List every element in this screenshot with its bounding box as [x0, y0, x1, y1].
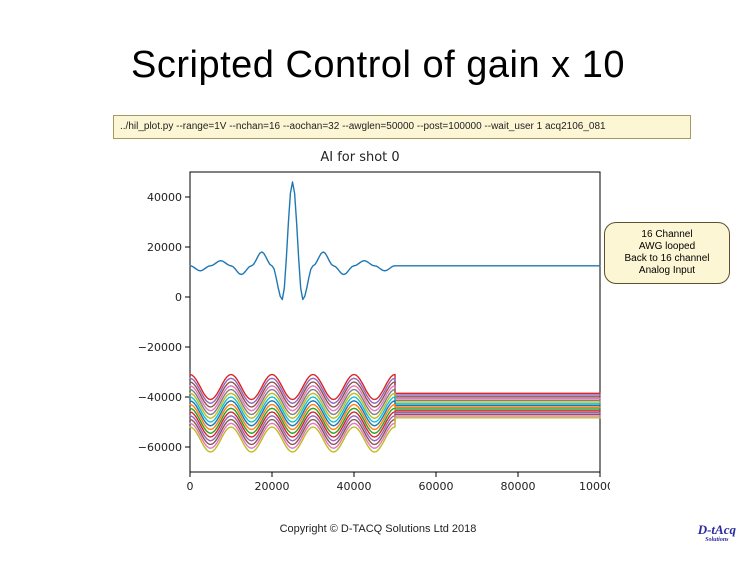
- chart-svg: −60000 −40000 −20000 0 20000 40000 0 20000 40000…: [110, 168, 610, 510]
- brand-logo: D-tAcq Solutions: [698, 525, 736, 545]
- page-title: Scripted Control of gain x 10: [0, 44, 756, 87]
- svg-text:40000: 40000: [337, 480, 372, 493]
- svg-text:−60000: −60000: [138, 441, 182, 454]
- svg-text:−20000: −20000: [138, 341, 182, 354]
- svg-text:40000: 40000: [147, 191, 182, 204]
- svg-text:0: 0: [187, 480, 194, 493]
- callout-line: Analog Input: [609, 265, 725, 277]
- svg-text:60000: 60000: [419, 480, 454, 493]
- chart-title: AI for shot 0: [110, 150, 610, 165]
- callout-line: AWG looped: [609, 241, 725, 253]
- svg-text:−40000: −40000: [138, 391, 182, 404]
- svg-text:20000: 20000: [147, 241, 182, 254]
- svg-text:0: 0: [175, 291, 182, 304]
- svg-text:100000: 100000: [579, 480, 610, 493]
- command-line-box: ../hil_plot.py --range=1V --nchan=16 --a…: [113, 115, 691, 139]
- svg-text:80000: 80000: [501, 480, 536, 493]
- chart-container: AI for shot 0 −60000 −40000 −20000 0 20000 40…: [110, 150, 610, 510]
- callout-line: 16 Channel: [609, 229, 725, 241]
- copyright-footer: Copyright © D-TACQ Solutions Ltd 2018: [0, 523, 756, 535]
- callout-line: Back to 16 channel: [609, 253, 725, 265]
- svg-text:20000: 20000: [255, 480, 290, 493]
- callout-box: 16 Channel AWG looped Back to 16 channel…: [604, 222, 730, 284]
